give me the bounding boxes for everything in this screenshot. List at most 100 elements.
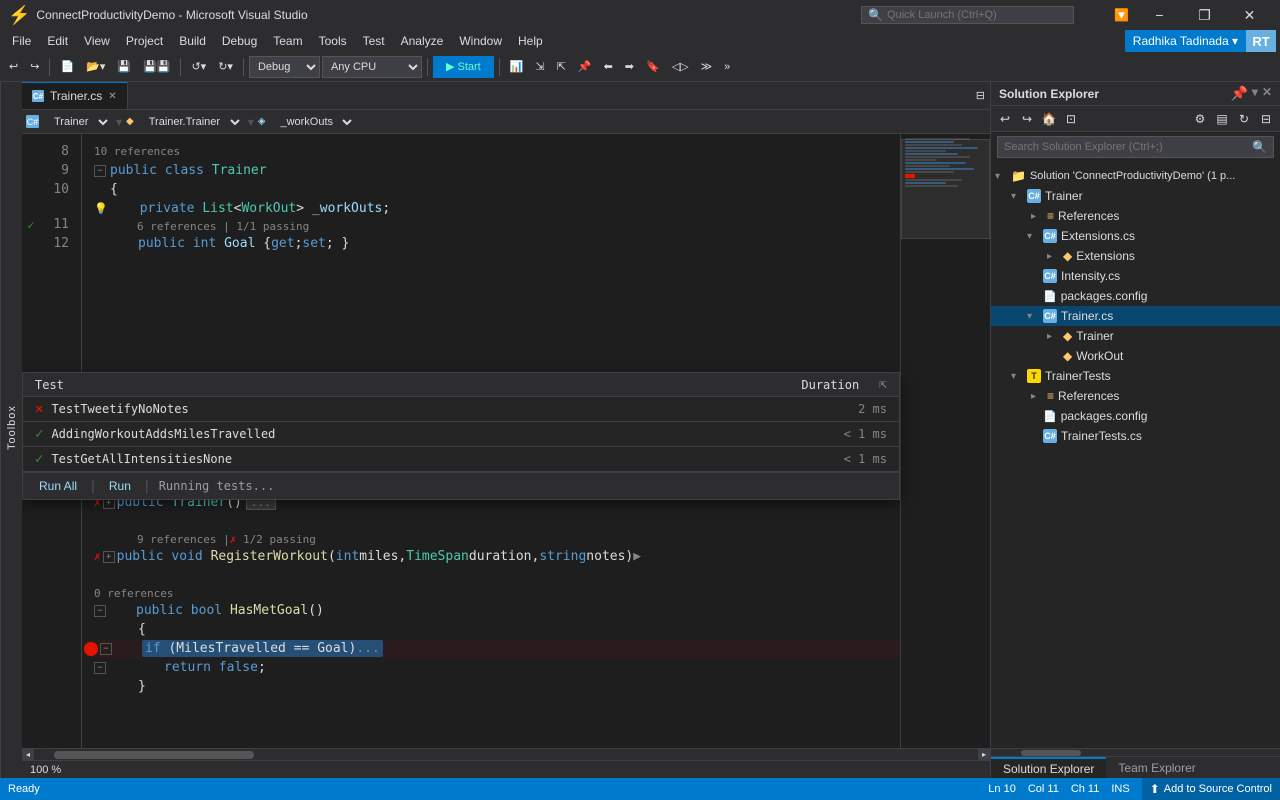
class-dropdown[interactable]: Trainer — [43, 112, 112, 132]
tree-trainer-cs[interactable]: ▾ C# Trainer.cs — [991, 306, 1280, 326]
quick-launch-input[interactable] — [887, 9, 1067, 21]
editor-tab-trainer[interactable]: C# Trainer.cs ✕ — [22, 82, 128, 109]
menu-item-edit[interactable]: Edit — [39, 30, 76, 52]
tree-solution[interactable]: ▾ 📁 Solution 'ConnectProductivityDemo' (… — [991, 166, 1280, 186]
tree-tt-packages-config[interactable]: 📄 packages.config — [991, 406, 1280, 426]
collapse-btn-42[interactable]: − — [94, 605, 106, 617]
split-editor-button[interactable]: ⊟ — [971, 82, 990, 109]
collapse-btn-48[interactable]: − — [94, 662, 106, 674]
toolbar-btn-2[interactable]: ⇲ — [530, 56, 549, 78]
member-dropdown[interactable]: _workOuts — [269, 112, 356, 132]
se-collapse-btn[interactable]: ⊟ — [1256, 109, 1276, 129]
se-dropdown-icon[interactable]: ▾ — [1252, 85, 1258, 102]
toolbar-btn-4[interactable]: 📌 — [573, 56, 597, 78]
status-ins[interactable]: INS — [1111, 783, 1129, 795]
tree-trainer-nested[interactable]: ▸ ◆ Trainer — [991, 326, 1280, 346]
save-button[interactable]: 💾 — [112, 56, 136, 78]
menu-item-build[interactable]: Build — [171, 30, 214, 52]
nav-back-button[interactable]: ↩ — [4, 56, 23, 78]
minimap[interactable] — [900, 134, 990, 748]
test-name-1[interactable]: TestTweetifyNoNotes — [51, 402, 850, 416]
tree-trainer-project[interactable]: ▾ C# Trainer — [991, 186, 1280, 206]
toolbar-btn-5[interactable]: ⬅ — [599, 56, 618, 78]
se-pin-icon[interactable]: 📌 — [1230, 85, 1247, 102]
se-preview-btn[interactable]: ▤ — [1212, 109, 1232, 129]
tree-trainertests-project[interactable]: ▾ T TrainerTests — [991, 366, 1280, 386]
se-search-input[interactable] — [1004, 141, 1248, 153]
minimize-button[interactable]: − — [1137, 0, 1182, 30]
tree-packages-config[interactable]: 📄 packages.config — [991, 286, 1280, 306]
se-scroll-thumb[interactable] — [1021, 750, 1081, 756]
user-name[interactable]: Radhika Tadinada ▾ — [1133, 34, 1238, 48]
se-home-btn[interactable]: 🏠 — [1039, 109, 1059, 129]
menu-item-help[interactable]: Help — [510, 30, 551, 52]
toolbar-btn-7[interactable]: 🔖 — [641, 56, 665, 78]
se-settings-btn[interactable]: ⚙ — [1190, 109, 1210, 129]
se-tab-solution-explorer[interactable]: Solution Explorer — [991, 757, 1106, 778]
redo-button[interactable]: ↻▾ — [213, 56, 238, 78]
menu-item-window[interactable]: Window — [451, 30, 510, 52]
tree-extensions-nested[interactable]: ▸ ◆ Extensions — [991, 246, 1280, 266]
tab-close-icon[interactable]: ✕ — [108, 91, 116, 102]
new-project-button[interactable]: 📄 — [55, 56, 79, 78]
status-col[interactable]: Col 11 — [1028, 783, 1059, 795]
menu-item-file[interactable]: File — [4, 30, 39, 52]
menu-item-view[interactable]: View — [76, 30, 118, 52]
tree-trainertests-cs[interactable]: C# TrainerTests.cs — [991, 426, 1280, 446]
toolbox-label[interactable]: Toolbox — [2, 402, 22, 455]
add-to-source-control-button[interactable]: ⬆ Add to Source Control — [1142, 778, 1280, 800]
undo-button[interactable]: ↺▾ — [186, 56, 211, 78]
run-button[interactable]: Run — [105, 477, 135, 495]
h-scrollbar[interactable] — [34, 751, 978, 759]
collapse-btn-44[interactable]: − — [100, 643, 112, 655]
se-refresh-btn[interactable]: ↻ — [1234, 109, 1254, 129]
tree-intensity-cs[interactable]: C# Intensity.cs — [991, 266, 1280, 286]
se-sync-btn[interactable]: ⊡ — [1061, 109, 1081, 129]
se-tab-team-explorer[interactable]: Team Explorer — [1106, 757, 1207, 778]
se-close-icon[interactable]: ✕ — [1262, 85, 1272, 102]
toolbar-btn-1[interactable]: 📊 — [505, 56, 529, 78]
close-button[interactable]: ✕ — [1227, 0, 1272, 30]
run-all-button[interactable]: Run All — [35, 477, 81, 495]
status-ln[interactable]: Ln 10 — [988, 783, 1016, 795]
open-button[interactable]: 📂▾ — [81, 56, 110, 78]
nav-forward-button[interactable]: ↪ — [25, 56, 44, 78]
expand-btn-37[interactable]: + — [103, 551, 115, 563]
toolbar-btn-9[interactable]: ≫ — [696, 56, 718, 78]
platform-dropdown[interactable]: Any CPU — [322, 56, 422, 78]
menu-item-project[interactable]: Project — [118, 30, 171, 52]
test-name-3[interactable]: TestGetAllIntensitiesNone — [51, 452, 835, 466]
h-scroll-thumb[interactable] — [54, 751, 254, 759]
tree-workout[interactable]: ◆ WorkOut — [991, 346, 1280, 366]
toolbar-btn-3[interactable]: ⇱ — [552, 56, 571, 78]
bulb-icon[interactable]: 💡 — [94, 202, 108, 215]
menu-item-tools[interactable]: Tools — [311, 30, 355, 52]
start-button[interactable]: ▶ Start — [433, 56, 494, 78]
save-all-button[interactable]: 💾💾 — [138, 56, 175, 78]
restore-button[interactable]: ❐ — [1182, 0, 1227, 30]
scroll-right-btn[interactable]: ▸ — [978, 749, 990, 761]
menu-item-team[interactable]: Team — [265, 30, 310, 52]
menu-item-debug[interactable]: Debug — [214, 30, 265, 52]
menu-item-analyze[interactable]: Analyze — [393, 30, 452, 52]
toolbar-btn-6[interactable]: ➡ — [620, 56, 639, 78]
expand-panel-icon[interactable]: ⇱ — [879, 377, 887, 392]
zoom-level[interactable]: 100 % — [30, 764, 61, 776]
scroll-left-btn[interactable]: ◂ — [22, 749, 34, 761]
type-dropdown[interactable]: Trainer.Trainer — [138, 112, 244, 132]
tree-tt-references[interactable]: ▸ ≡ References — [991, 386, 1280, 406]
menu-item-test[interactable]: Test — [355, 30, 393, 52]
se-forward-btn[interactable]: ↪ — [1017, 109, 1037, 129]
tree-trainer-references[interactable]: ▸ ≡ References — [991, 206, 1280, 226]
tree-extensions-cs[interactable]: ▾ C# Extensions.cs — [991, 226, 1280, 246]
collapse-btn-8[interactable]: − — [94, 165, 106, 177]
toolbar-btn-8[interactable]: ◁▷ — [667, 56, 694, 78]
test-name-2[interactable]: AddingWorkoutAddsMilesTravelled — [51, 427, 835, 441]
type-icon: ◆ — [126, 116, 134, 127]
debug-mode-dropdown[interactable]: Debug Release — [249, 56, 320, 78]
status-ch[interactable]: Ch 11 — [1071, 783, 1100, 795]
se-search[interactable]: 🔍 — [997, 136, 1274, 158]
se-scrollbar[interactable] — [991, 748, 1280, 756]
se-back-btn[interactable]: ↩ — [995, 109, 1015, 129]
toolbar-more[interactable]: » — [719, 56, 735, 78]
